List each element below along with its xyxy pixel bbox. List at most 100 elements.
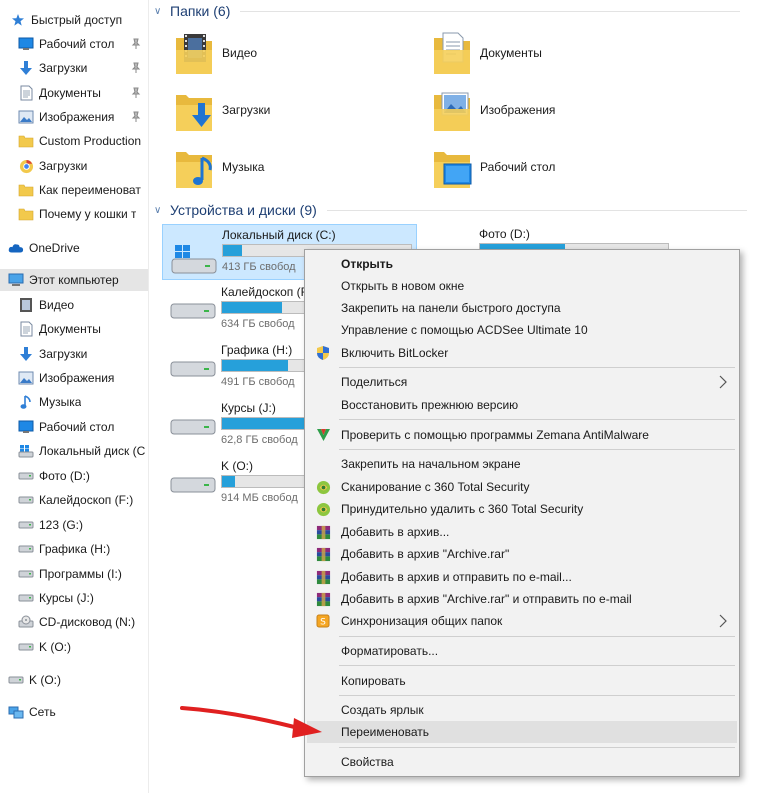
nav-pc-pictures[interactable]: Изображения <box>0 367 148 389</box>
nav-pc-video[interactable]: Видео <box>0 294 148 316</box>
folder-name: Загрузки <box>222 103 271 117</box>
nav-label: Изображения <box>39 110 115 124</box>
folder-icon <box>18 182 34 198</box>
nav-label: Почему у кошки т <box>39 207 137 221</box>
menu-item-label: Переименовать <box>341 725 429 739</box>
drive-icon <box>18 468 34 484</box>
nav-quick-access[interactable]: Быстрый доступ <box>0 9 148 31</box>
folder-video[interactable]: Видео <box>174 28 394 78</box>
menu-item-properties[interactable]: Свойства <box>307 751 737 773</box>
nav-custom-production[interactable]: Custom Production <box>0 130 148 152</box>
nav-pictures[interactable]: Изображения <box>0 106 148 128</box>
music-icon <box>18 394 34 410</box>
nav-pc-drive-j[interactable]: Курсы (J:) <box>0 587 148 609</box>
nav-pc-downloads[interactable]: Загрузки <box>0 343 148 365</box>
folder-music[interactable]: Музыка <box>174 142 394 192</box>
folder-pictures[interactable]: Изображения <box>432 85 652 135</box>
menu-item-label: Сканирование с 360 Total Security <box>341 480 530 494</box>
menu-item-pin-quick-access[interactable]: Закрепить на панели быстрого доступа <box>307 297 737 319</box>
menu-item-label: Добавить в архив "Archive.rar" <box>341 547 510 561</box>
nav-k-drive[interactable]: K (O:) <box>0 669 148 691</box>
nav-label: Загрузки <box>39 61 88 75</box>
nav-label: Как переименоват <box>39 183 141 197</box>
nav-this-pc[interactable]: Этот компьютер <box>0 269 148 291</box>
nav-label: K (O:) <box>39 640 71 654</box>
nav-pc-music[interactable]: Музыка <box>0 391 148 413</box>
drives-group-header[interactable]: ∨ Устройства и диски (9) <box>154 200 747 220</box>
menu-item-open[interactable]: Открыть <box>307 253 737 275</box>
nav-label: Локальный диск (C <box>39 444 146 458</box>
shield-uac-icon <box>315 345 331 361</box>
nav-documents[interactable]: Документы <box>0 82 148 104</box>
menu-item-bitlocker[interactable]: Включить BitLocker <box>307 342 737 364</box>
nav-pc-documents[interactable]: Документы <box>0 318 148 340</box>
menu-item-share[interactable]: Поделиться <box>307 371 737 393</box>
total-security-icon <box>315 479 331 495</box>
network-icon <box>8 704 24 720</box>
folder-documents[interactable]: Документы <box>432 28 652 78</box>
folders-group-header[interactable]: ∨ Папки (6) <box>154 1 741 21</box>
menu-item-add-archive[interactable]: Добавить в архив... <box>307 521 737 543</box>
nav-desktop[interactable]: Рабочий стол <box>0 33 148 55</box>
nav-onedrive[interactable]: OneDrive <box>0 237 148 259</box>
menu-item-sync-shared-folders[interactable]: S Синхронизация общих папок <box>307 610 737 632</box>
menu-item-zemana[interactable]: Проверить с помощью программы Zemana Ant… <box>307 424 737 446</box>
menu-item-label: Включить BitLocker <box>341 346 449 360</box>
drive-name: Графика (H:) <box>221 343 293 357</box>
folder-desktop[interactable]: Рабочий стол <box>432 142 652 192</box>
menu-item-format[interactable]: Форматировать... <box>307 640 737 662</box>
menu-item-add-archive-rar-email[interactable]: Добавить в архив "Archive.rar" и отправи… <box>307 588 737 610</box>
menu-item-label: Восстановить прежнюю версию <box>341 398 519 412</box>
folder-name: Видео <box>222 46 258 60</box>
menu-item-restore-version[interactable]: Восстановить прежнюю версию <box>307 394 737 416</box>
nav-pc-drive-d[interactable]: Фото (D:) <box>0 465 148 487</box>
nav-pc-drive-g[interactable]: 123 (G:) <box>0 514 148 536</box>
nav-pc-cd-n[interactable]: CD-дисковод (N:) <box>0 611 148 633</box>
nav-label: Рабочий стол <box>39 420 115 434</box>
nav-folder-rename[interactable]: Как переименоват <box>0 179 148 201</box>
nav-pc-drive-o[interactable]: K (O:) <box>0 636 148 658</box>
nav-pc-drive-i[interactable]: Программы (I:) <box>0 563 148 585</box>
drive-name: Локальный диск (C:) <box>222 228 336 242</box>
menu-item-open-new-window[interactable]: Открыть в новом окне <box>307 275 737 297</box>
folder-downloads[interactable]: Загрузки <box>174 85 394 135</box>
nav-downloads[interactable]: Загрузки <box>0 57 148 79</box>
nav-pc-drive-h[interactable]: Графика (H:) <box>0 538 148 560</box>
drive-name: Калейдоскоп (F:) <box>221 285 316 299</box>
menu-separator <box>339 665 735 666</box>
menu-item-add-archive-email[interactable]: Добавить в архив и отправить по e-mail..… <box>307 566 737 588</box>
menu-item-scan-360[interactable]: Сканирование с 360 Total Security <box>307 476 737 498</box>
drive-icon <box>18 492 34 508</box>
menu-item-pin-start[interactable]: Закрепить на начальном экране <box>307 453 737 475</box>
menu-item-label: Добавить в архив "Archive.rar" и отправи… <box>341 592 632 606</box>
menu-item-copy[interactable]: Копировать <box>307 670 737 692</box>
menu-item-rename[interactable]: Переименовать <box>307 721 737 743</box>
menu-item-label: Свойства <box>341 755 394 769</box>
nav-folder-cats[interactable]: Почему у кошки т <box>0 203 148 225</box>
nav-chrome-downloads[interactable]: Загрузки <box>0 155 148 177</box>
group-title: Устройства и диски (9) <box>170 202 317 218</box>
nav-network[interactable]: Сеть <box>0 701 148 723</box>
drive-icon <box>170 361 216 377</box>
menu-item-acdsee[interactable]: Управление с помощью ACDSee Ultimate 10 <box>307 319 737 341</box>
menu-separator <box>339 636 735 637</box>
nav-pc-drive-c[interactable]: Локальный диск (C <box>0 440 148 462</box>
nav-label: Custom Production <box>39 134 142 148</box>
menu-item-force-delete-360[interactable]: Принудительно удалить с 360 Total Securi… <box>307 498 737 520</box>
menu-item-label: Проверить с помощью программы Zemana Ant… <box>341 428 649 442</box>
nav-pc-desktop[interactable]: Рабочий стол <box>0 416 148 438</box>
menu-separator <box>339 367 735 368</box>
menu-item-create-shortcut[interactable]: Создать ярлык <box>307 699 737 721</box>
menu-separator <box>339 695 735 696</box>
nav-pc-drive-f[interactable]: Калейдоскоп (F:) <box>0 489 148 511</box>
drive-free-space: 634 ГБ свобод <box>221 318 295 330</box>
menu-item-label: Открыть <box>341 257 394 271</box>
menu-item-label: Закрепить на панели быстрого доступа <box>341 301 561 315</box>
star-icon <box>10 12 26 28</box>
menu-item-label: Принудительно удалить с 360 Total Securi… <box>341 502 584 516</box>
folder-name: Документы <box>480 46 542 60</box>
drive-icon <box>8 672 24 688</box>
pane-divider[interactable] <box>148 0 149 793</box>
nav-label: Изображения <box>39 371 115 385</box>
menu-item-add-archive-rar[interactable]: Добавить в архив "Archive.rar" <box>307 543 737 565</box>
